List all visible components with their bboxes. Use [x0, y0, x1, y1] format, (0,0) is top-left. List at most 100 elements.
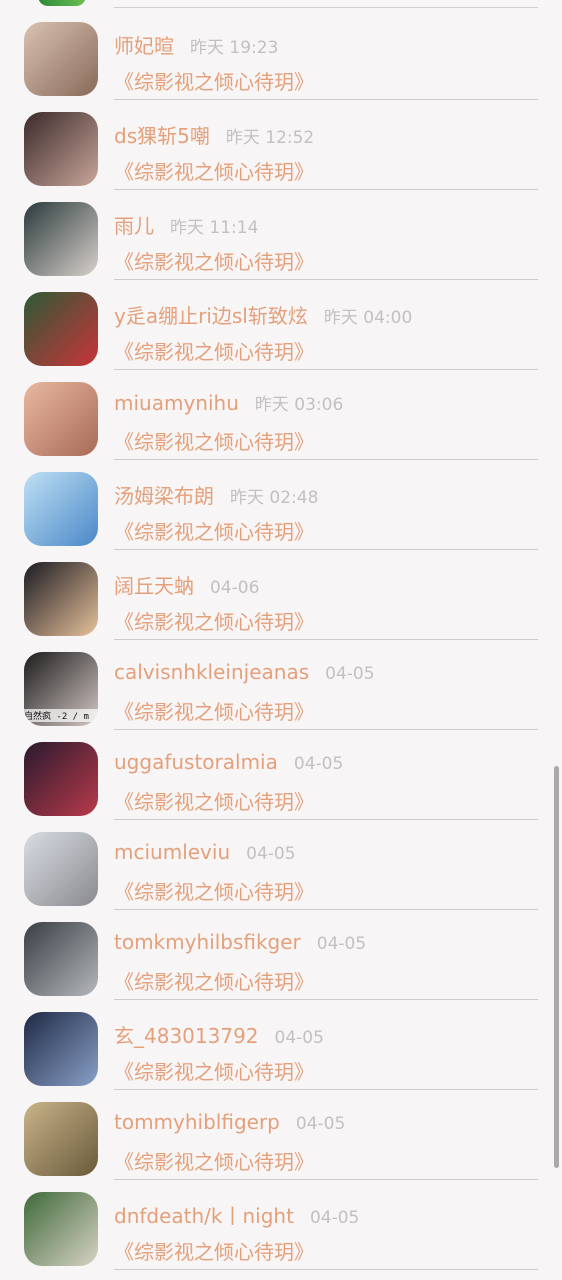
avatar[interactable] — [24, 1192, 98, 1266]
username[interactable]: tommyhiblfigerp — [114, 1110, 280, 1134]
username[interactable]: 雨儿 — [114, 210, 154, 239]
book-title-link[interactable]: 《综影视之倾心待玥》 — [114, 246, 314, 275]
list-item[interactable]: 自然疯 -2 / m calvisnhkleinjeanas 04-05 《综影视之倾… — [0, 642, 562, 732]
book-title-link[interactable]: 《综影视之倾心待玥》 — [114, 426, 314, 455]
username[interactable]: mciumleviu — [114, 840, 230, 864]
list-item[interactable]: uggafustoralmia 04-05 《综影视之倾心待玥》 — [0, 732, 562, 822]
list-item[interactable]: miuamynihu 昨天 03:06 《综影视之倾心待玥》 — [0, 372, 562, 462]
book-title-link[interactable]: 《综影视之倾心待玥》 — [114, 966, 314, 995]
book-title-link[interactable]: 《综影视之倾心待玥》 — [114, 876, 314, 905]
list-item[interactable]: tomkmyhilbsfikger 04-05 《综影视之倾心待玥》 — [0, 912, 562, 1002]
avatar[interactable] — [24, 832, 98, 906]
avatar[interactable]: 自然疯 -2 / m — [24, 652, 98, 726]
avatar-caption: 自然疯 -2 / m — [24, 709, 98, 722]
book-title-link[interactable]: 《综影视之倾心待玥》 — [114, 156, 314, 185]
list-item[interactable]: 汤姆梁布朗 昨天 02:48 《综影视之倾心待玥》 — [0, 462, 562, 552]
timestamp: 昨天 12:52 — [225, 128, 315, 148]
divider — [114, 369, 538, 370]
list-item[interactable]: 玄_483013792 04-05 《综影视之倾心待玥》 — [0, 1002, 562, 1092]
comment-header: 师妃暄 昨天 19:23 — [114, 30, 278, 60]
list-item[interactable]: ds猓斩5嘲 昨天 12:52 《综影视之倾心待玥》 — [0, 102, 562, 192]
avatar[interactable] — [24, 382, 98, 456]
avatar[interactable] — [24, 292, 98, 366]
comment-header: 阔丘天蚋 04-06 — [114, 570, 259, 600]
username[interactable]: ds猓斩5嘲 — [114, 120, 210, 149]
divider — [114, 1179, 538, 1180]
list-item[interactable]: 雨儿 昨天 11:14 《综影视之倾心待玥》 — [0, 192, 562, 282]
timestamp: 04-05 — [293, 754, 344, 774]
partial-list-item — [0, 0, 562, 8]
timestamp: 04-05 — [316, 934, 367, 954]
timestamp: 04-05 — [246, 844, 296, 864]
list-item[interactable]: y辵a绷止ri边sl斩致炫 昨天 04:00 《综影视之倾心待玥》 — [0, 282, 562, 372]
avatar[interactable] — [24, 922, 98, 996]
avatar[interactable] — [24, 1102, 98, 1176]
timestamp: 04-05 — [309, 1208, 360, 1228]
comment-header: ds猓斩5嘲 昨天 12:52 — [114, 120, 314, 150]
list-item[interactable]: dnfdeath/k丨night 04-05 《综影视之倾心待玥》 — [0, 1182, 562, 1272]
username[interactable]: tomkmyhilbsfikger — [114, 930, 301, 954]
username[interactable]: uggafustoralmia — [114, 750, 278, 774]
username[interactable]: 汤姆梁布朗 — [114, 480, 214, 509]
book-title-link[interactable]: 《综影视之倾心待玥》 — [114, 516, 314, 545]
book-title-link[interactable]: 《综影视之倾心待玥》 — [114, 786, 314, 815]
username[interactable]: y辵a绷止ri边sl斩致炫 — [114, 300, 308, 329]
list-item[interactable]: tommyhiblfigerp 04-05 《综影视之倾心待玥》 — [0, 1092, 562, 1182]
divider — [114, 729, 538, 730]
divider — [114, 819, 538, 820]
timestamp: 04-05 — [325, 664, 375, 684]
divider — [114, 7, 538, 8]
divider — [114, 99, 538, 100]
comment-header: y辵a绷止ri边sl斩致炫 昨天 04:00 — [114, 300, 412, 330]
book-title-link[interactable]: 《综影视之倾心待玥》 — [114, 1146, 314, 1175]
list-item[interactable]: 阔丘天蚋 04-06 《综影视之倾心待玥》 — [0, 552, 562, 642]
avatar[interactable] — [24, 562, 98, 636]
username[interactable]: calvisnhkleinjeanas — [114, 660, 309, 684]
comment-header: miuamynihu 昨天 03:06 — [114, 390, 343, 420]
divider — [114, 549, 538, 550]
divider — [114, 1269, 538, 1270]
scrollbar[interactable] — [554, 766, 559, 1168]
avatar[interactable] — [24, 112, 98, 186]
comment-header: uggafustoralmia 04-05 — [114, 750, 343, 780]
divider — [114, 189, 538, 190]
list-item[interactable]: 师妃暄 昨天 19:23 《综影视之倾心待玥》 — [0, 12, 562, 102]
divider — [114, 1089, 538, 1090]
timestamp: 04-05 — [295, 1114, 346, 1134]
divider — [114, 999, 538, 1000]
username[interactable]: miuamynihu — [114, 391, 239, 415]
timestamp: 04-06 — [210, 578, 260, 598]
list-item[interactable]: mciumleviu 04-05 《综影视之倾心待玥》 — [0, 822, 562, 912]
book-title-link[interactable]: 《综影视之倾心待玥》 — [114, 696, 314, 725]
comment-header: tomkmyhilbsfikger 04-05 — [114, 930, 366, 960]
comment-header: mciumleviu 04-05 — [114, 840, 296, 870]
timestamp: 昨天 11:14 — [170, 218, 259, 238]
username[interactable]: 师妃暄 — [114, 30, 174, 59]
comment-header: 玄_483013792 04-05 — [114, 1020, 324, 1050]
book-title-link[interactable]: 《综影视之倾心待玥》 — [114, 336, 314, 365]
comment-header: tommyhiblfigerp 04-05 — [114, 1110, 345, 1140]
avatar[interactable] — [24, 1012, 98, 1086]
divider — [114, 639, 538, 640]
timestamp: 昨天 19:23 — [190, 38, 279, 58]
book-title-link[interactable]: 《综影视之倾心待玥》 — [114, 1236, 314, 1265]
timestamp: 04-05 — [274, 1028, 324, 1048]
book-title-link[interactable]: 《综影视之倾心待玥》 — [114, 606, 314, 635]
avatar[interactable] — [24, 202, 98, 276]
book-title-link[interactable]: 《综影视之倾心待玥》 — [114, 1056, 314, 1085]
avatar[interactable] — [24, 22, 98, 96]
timestamp: 昨天 03:06 — [254, 395, 344, 415]
username[interactable]: dnfdeath/k丨night — [114, 1200, 294, 1229]
comment-header: 汤姆梁布朗 昨天 02:48 — [114, 480, 318, 510]
username[interactable]: 玄_483013792 — [114, 1020, 259, 1049]
timestamp: 昨天 04:00 — [323, 308, 413, 328]
divider — [114, 279, 538, 280]
book-title-link[interactable]: 《综影视之倾心待玥》 — [114, 66, 314, 95]
username[interactable]: 阔丘天蚋 — [114, 570, 194, 599]
avatar[interactable] — [38, 0, 86, 6]
comment-header: dnfdeath/k丨night 04-05 — [114, 1200, 359, 1230]
comment-header: 雨儿 昨天 11:14 — [114, 210, 258, 240]
divider — [114, 459, 538, 460]
avatar[interactable] — [24, 472, 98, 546]
avatar[interactable] — [24, 742, 98, 816]
